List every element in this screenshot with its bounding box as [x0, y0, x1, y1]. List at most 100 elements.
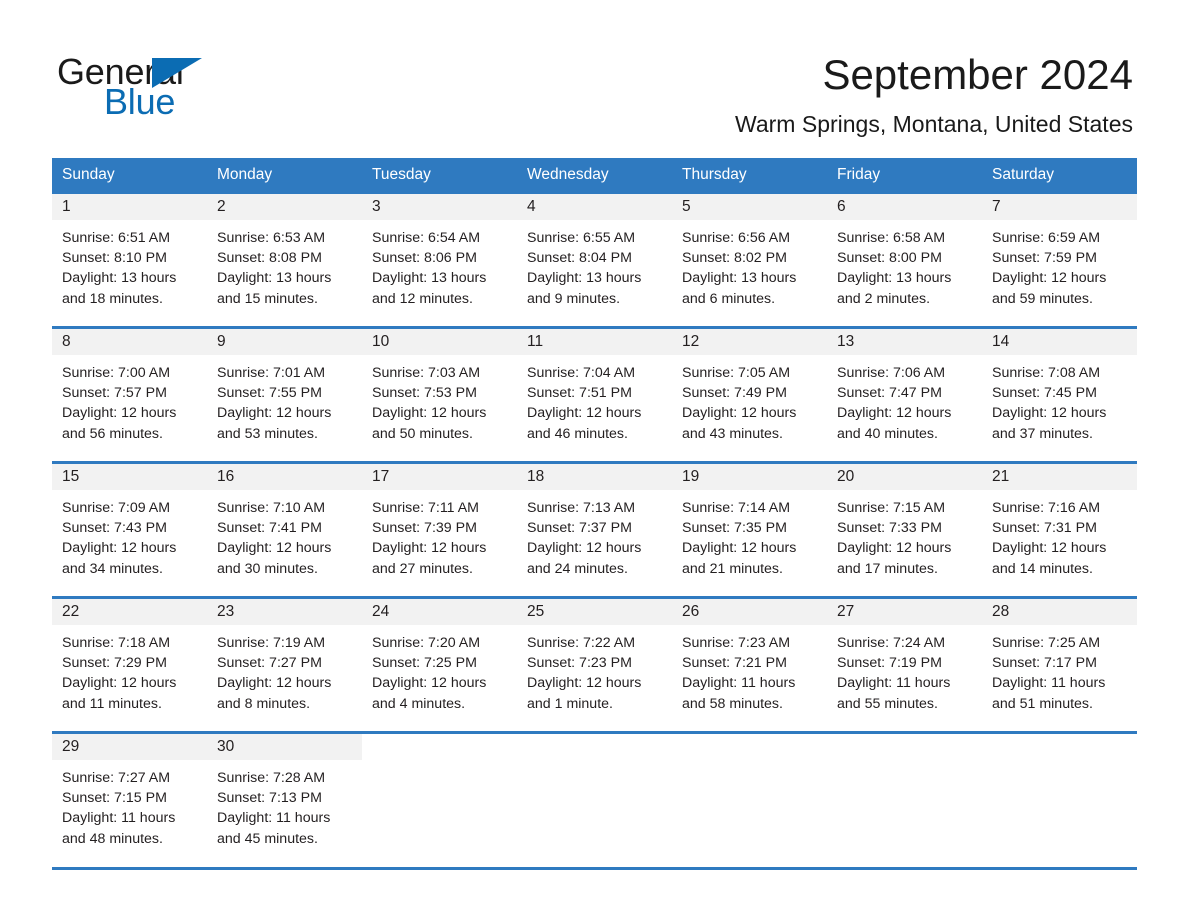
day-cell[interactable]: 21 Sunrise: 7:16 AM Sunset: 7:31 PM Dayligh… [982, 464, 1137, 596]
day-cell[interactable]: 25 Sunrise: 7:22 AM Sunset: 7:23 PM Dayligh… [517, 599, 672, 731]
logo-text-blue: Blue [104, 81, 176, 122]
day-cell[interactable]: 9 Sunrise: 7:01 AM Sunset: 7:55 PM Daylight… [207, 329, 362, 461]
day-cell[interactable]: 2 Sunrise: 6:53 AM Sunset: 8:08 PM Daylight… [207, 194, 362, 326]
day-cell[interactable]: 11 Sunrise: 7:04 AM Sunset: 7:51 PM Dayligh… [517, 329, 672, 461]
day-cell[interactable]: 8 Sunrise: 7:00 AM Sunset: 7:57 PM Daylight… [52, 329, 207, 461]
sunrise-text: Sunrise: 7:09 AM [62, 500, 171, 516]
day-number: 14 [982, 329, 1137, 355]
day-number: 4 [517, 194, 672, 220]
day-cell[interactable]: 23 Sunrise: 7:19 AM Sunset: 7:27 PM Dayligh… [207, 599, 362, 731]
weekday-header-saturday: Saturday [992, 166, 1055, 183]
day-cell[interactable]: 26 Sunrise: 7:23 AM Sunset: 7:21 PM Dayligh… [672, 599, 827, 731]
day-number: 30 [207, 734, 362, 760]
sunset-text: Sunset: 8:02 PM [682, 250, 787, 267]
day-cell[interactable]: 22 Sunrise: 7:18 AM Sunset: 7:29 PM Dayligh… [52, 599, 207, 731]
day-details: Sunrise: 7:01 AM Sunset: 7:55 PM Daylight:… [207, 355, 362, 444]
day-cell[interactable]: 6 Sunrise: 6:58 AM Sunset: 8:00 PM Daylight… [827, 194, 982, 326]
daylight-text: Daylight: 12 hours and 4 minutes. [372, 675, 487, 712]
day-number: 18 [517, 464, 672, 490]
day-number: 7 [982, 194, 1137, 220]
sunset-text: Sunset: 7:55 PM [217, 385, 322, 402]
day-cell[interactable]: 12 Sunrise: 7:05 AM Sunset: 7:49 PM Dayligh… [672, 329, 827, 461]
day-cell[interactable]: 13 Sunrise: 7:06 AM Sunset: 7:47 PM Dayligh… [827, 329, 982, 461]
day-cell[interactable]: 30 Sunrise: 7:28 AM Sunset: 7:13 PM Dayligh… [207, 734, 362, 867]
day-cell[interactable]: 19 Sunrise: 7:14 AM Sunset: 7:35 PM Dayligh… [672, 464, 827, 596]
day-cell[interactable]: 20 Sunrise: 7:15 AM Sunset: 7:33 PM Dayligh… [827, 464, 982, 596]
day-cell-empty [517, 734, 672, 867]
day-cell[interactable]: 5 Sunrise: 6:56 AM Sunset: 8:02 PM Daylight… [672, 194, 827, 326]
sunrise-text: Sunrise: 7:08 AM [992, 365, 1101, 381]
sunset-text: Sunset: 7:27 PM [217, 655, 322, 672]
daylight-text: Daylight: 12 hours and 21 minutes. [682, 540, 797, 577]
day-cell[interactable]: 7 Sunrise: 6:59 AM Sunset: 7:59 PM Daylight… [982, 194, 1137, 326]
day-details: Sunrise: 7:23 AM Sunset: 7:21 PM Daylight:… [672, 625, 827, 714]
daylight-text: Daylight: 12 hours and 14 minutes. [992, 540, 1107, 577]
day-cell[interactable]: 16 Sunrise: 7:10 AM Sunset: 7:41 PM Dayligh… [207, 464, 362, 596]
calendar-week-row: 22 Sunrise: 7:18 AM Sunset: 7:29 PM Dayligh… [52, 596, 1137, 731]
weekday-header-wednesday: Wednesday [527, 166, 609, 183]
day-details: Sunrise: 7:08 AM Sunset: 7:45 PM Daylight:… [982, 355, 1137, 444]
day-cell-empty [827, 734, 982, 867]
day-number: 17 [362, 464, 517, 490]
day-cell[interactable]: 27 Sunrise: 7:24 AM Sunset: 7:19 PM Dayligh… [827, 599, 982, 731]
sunset-text: Sunset: 7:57 PM [62, 385, 167, 402]
calendar-week-row: 29 Sunrise: 7:27 AM Sunset: 7:15 PM Dayligh… [52, 731, 1137, 867]
sunrise-text: Sunrise: 7:27 AM [62, 770, 171, 786]
day-cell[interactable]: 17 Sunrise: 7:11 AM Sunset: 7:39 PM Dayligh… [362, 464, 517, 596]
sunset-text: Sunset: 7:49 PM [682, 385, 787, 402]
sunrise-text: Sunrise: 7:14 AM [682, 500, 791, 516]
day-details: Sunrise: 7:05 AM Sunset: 7:49 PM Daylight:… [672, 355, 827, 444]
daylight-text: Daylight: 12 hours and 59 minutes. [992, 270, 1107, 307]
sunrise-text: Sunrise: 7:06 AM [837, 365, 946, 381]
daylight-text: Daylight: 12 hours and 46 minutes. [527, 405, 642, 442]
day-cell[interactable]: 29 Sunrise: 7:27 AM Sunset: 7:15 PM Dayligh… [52, 734, 207, 867]
day-number: 2 [207, 194, 362, 220]
daylight-text: Daylight: 12 hours and 11 minutes. [62, 675, 177, 712]
daylight-text: Daylight: 13 hours and 12 minutes. [372, 270, 487, 307]
day-cell[interactable]: 10 Sunrise: 7:03 AM Sunset: 7:53 PM Dayligh… [362, 329, 517, 461]
day-cell[interactable]: 3 Sunrise: 6:54 AM Sunset: 8:06 PM Daylight… [362, 194, 517, 326]
day-number: 15 [52, 464, 207, 490]
day-number: 21 [982, 464, 1137, 490]
sunrise-text: Sunrise: 7:20 AM [372, 635, 481, 651]
sunset-text: Sunset: 8:08 PM [217, 250, 322, 267]
sunrise-text: Sunrise: 7:23 AM [682, 635, 791, 651]
day-cell[interactable]: 18 Sunrise: 7:13 AM Sunset: 7:37 PM Dayligh… [517, 464, 672, 596]
sunset-text: Sunset: 8:10 PM [62, 250, 167, 267]
day-cell[interactable]: 1 Sunrise: 6:51 AM Sunset: 8:10 PM Daylight… [52, 194, 207, 326]
day-number: 1 [52, 194, 207, 220]
day-details: Sunrise: 7:25 AM Sunset: 7:17 PM Daylight:… [982, 625, 1137, 714]
sunset-text: Sunset: 7:43 PM [62, 520, 167, 537]
day-cell[interactable]: 15 Sunrise: 7:09 AM Sunset: 7:43 PM Dayligh… [52, 464, 207, 596]
day-number: 6 [827, 194, 982, 220]
day-number: 20 [827, 464, 982, 490]
general-blue-logo[interactable]: General Blue [57, 52, 287, 124]
day-number: 8 [52, 329, 207, 355]
sunset-text: Sunset: 8:00 PM [837, 250, 942, 267]
daylight-text: Daylight: 13 hours and 6 minutes. [682, 270, 797, 307]
sunrise-text: Sunrise: 7:11 AM [372, 500, 479, 516]
sunrise-text: Sunrise: 7:24 AM [837, 635, 946, 651]
day-cell[interactable]: 4 Sunrise: 6:55 AM Sunset: 8:04 PM Daylight… [517, 194, 672, 326]
day-cell[interactable]: 24 Sunrise: 7:20 AM Sunset: 7:25 PM Dayligh… [362, 599, 517, 731]
sunrise-text: Sunrise: 7:15 AM [837, 500, 946, 516]
day-details: Sunrise: 7:11 AM Sunset: 7:39 PM Daylight:… [362, 490, 517, 579]
day-cell[interactable]: 14 Sunrise: 7:08 AM Sunset: 7:45 PM Dayligh… [982, 329, 1137, 461]
page-title: September 2024 [822, 51, 1133, 98]
sunset-text: Sunset: 7:23 PM [527, 655, 632, 672]
day-details: Sunrise: 7:24 AM Sunset: 7:19 PM Daylight:… [827, 625, 982, 714]
day-number [982, 734, 1137, 760]
sunrise-text: Sunrise: 7:28 AM [217, 770, 326, 786]
day-cell[interactable]: 28 Sunrise: 7:25 AM Sunset: 7:17 PM Dayligh… [982, 599, 1137, 731]
sunset-text: Sunset: 7:25 PM [372, 655, 477, 672]
sunset-text: Sunset: 7:53 PM [372, 385, 477, 402]
day-number [517, 734, 672, 760]
sunset-text: Sunset: 7:13 PM [217, 790, 322, 807]
daylight-text: Daylight: 12 hours and 30 minutes. [217, 540, 332, 577]
day-number: 9 [207, 329, 362, 355]
calendar-page: General Blue September 2024 Warm Springs… [0, 0, 1188, 918]
sunset-text: Sunset: 7:19 PM [837, 655, 942, 672]
sunset-text: Sunset: 7:45 PM [992, 385, 1097, 402]
day-number: 22 [52, 599, 207, 625]
sunset-text: Sunset: 7:39 PM [372, 520, 477, 537]
